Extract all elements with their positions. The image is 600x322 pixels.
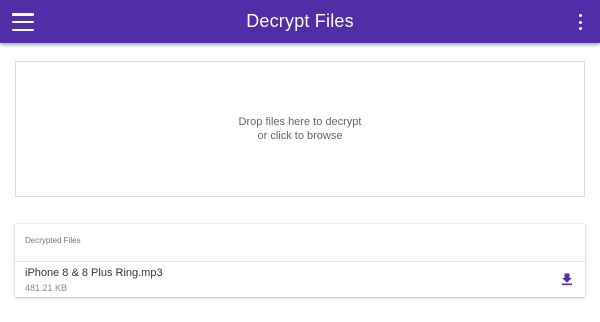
- dropzone-instruction: Drop files here to decrypt: [238, 116, 362, 128]
- download-icon[interactable]: [560, 272, 574, 286]
- app-bar: Decrypt Files: [0, 0, 600, 43]
- list-item: iPhone 8 & 8 Plus Ring.mp3 481.21 KB: [15, 262, 585, 297]
- page-title: Decrypt Files: [246, 11, 354, 31]
- decrypted-files-header: Decrypted Files: [15, 224, 585, 262]
- decrypted-files-card: Decrypted Files iPhone 8 & 8 Plus Ring.m…: [15, 224, 585, 297]
- file-size: 481.21 KB: [25, 283, 68, 293]
- hamburger-menu-icon[interactable]: [12, 11, 34, 33]
- file-dropzone[interactable]: Drop files here to decrypt or click to b…: [15, 61, 585, 197]
- file-name: iPhone 8 & 8 Plus Ring.mp3: [25, 267, 163, 279]
- more-vert-icon[interactable]: [576, 14, 584, 30]
- dropzone-browse-hint: or click to browse: [257, 130, 343, 142]
